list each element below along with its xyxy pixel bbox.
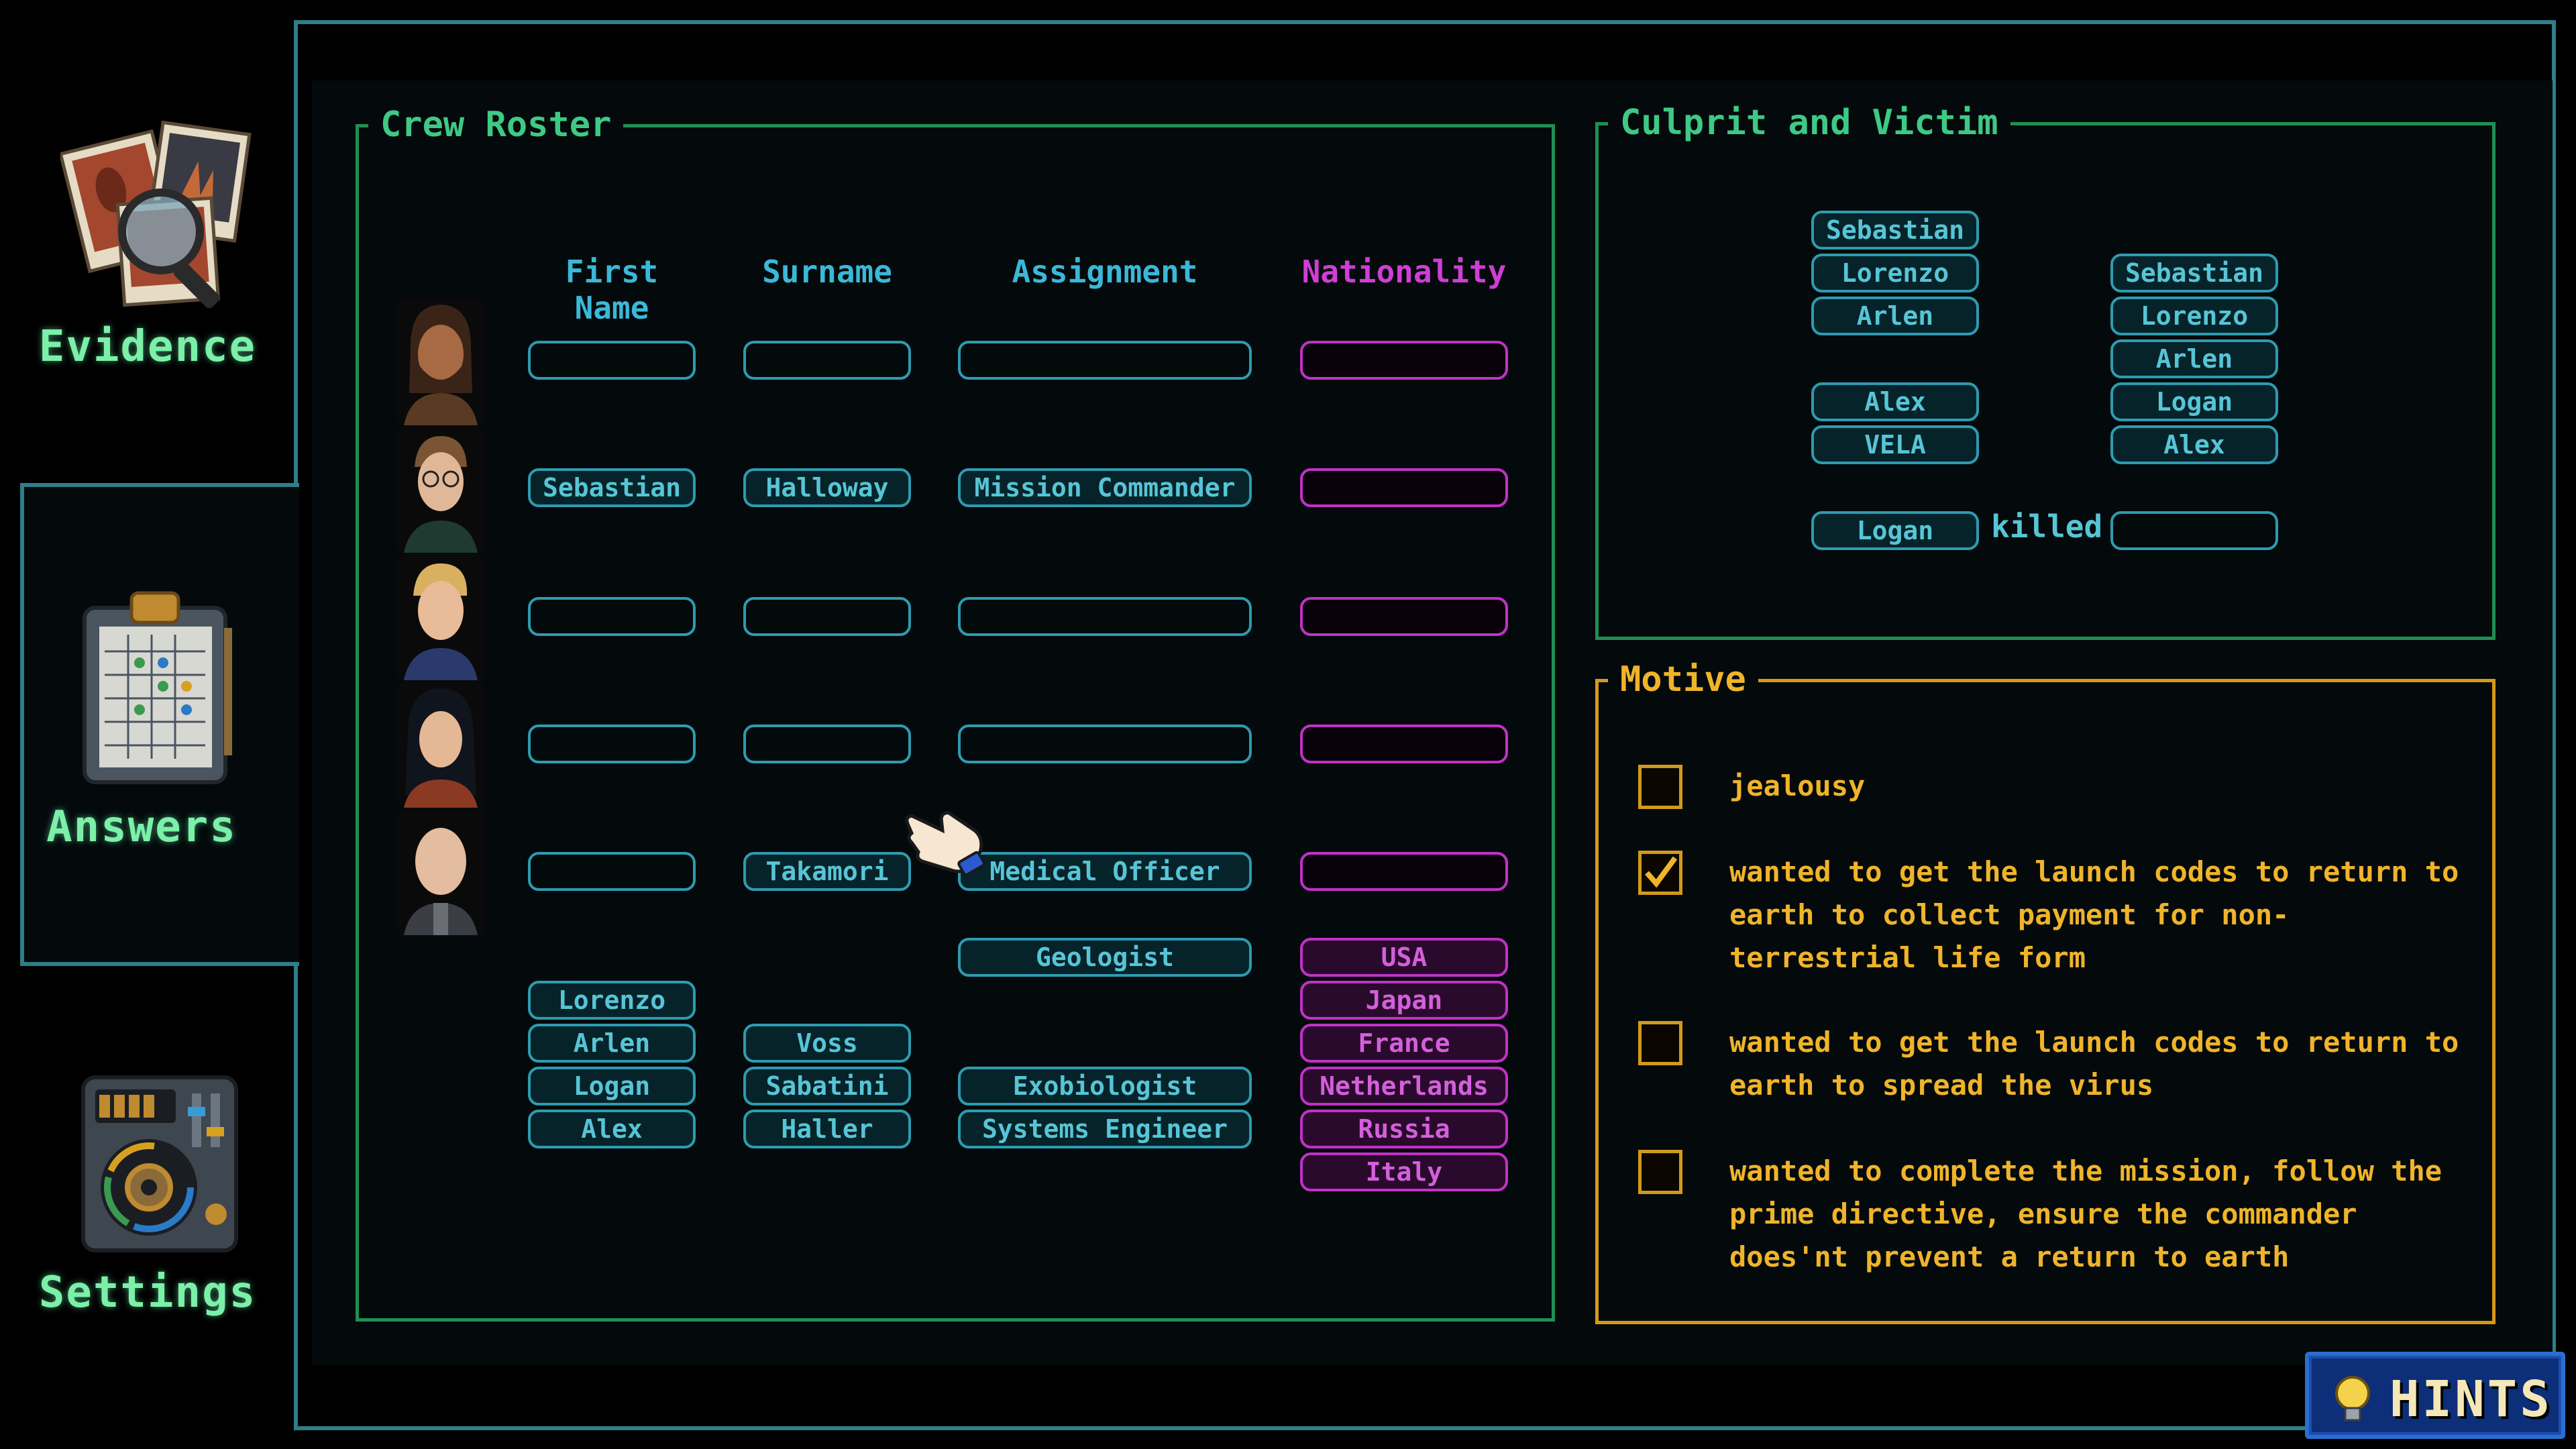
surname-slot[interactable] — [743, 724, 911, 763]
first-name-slot[interactable] — [528, 852, 696, 891]
lightbulb-icon — [2335, 1376, 2370, 1421]
crew-portrait — [397, 299, 484, 425]
assignment-slot[interactable] — [958, 597, 1252, 636]
assignment-slot[interactable] — [958, 341, 1252, 380]
first-name-token[interactable]: Alex — [528, 1110, 696, 1148]
culprit-victim-title: Culprit and Victim — [1608, 99, 2010, 147]
culprit-token[interactable]: Lorenzo — [1811, 254, 1979, 292]
motive-checkbox[interactable] — [1638, 765, 1682, 809]
crew-roster-title: Crew Roster — [368, 101, 624, 149]
settings-label: Settings — [38, 1268, 257, 1318]
nationality-slot[interactable] — [1300, 468, 1508, 507]
assignment-slot[interactable]: Medical Officer — [958, 852, 1252, 891]
assignment-token[interactable]: Geologist — [958, 938, 1252, 977]
clipboard-checklist-icon — [83, 591, 232, 784]
nationality-slot[interactable] — [1300, 341, 1508, 380]
surname-token[interactable]: Sabatini — [743, 1067, 911, 1106]
first-name-token[interactable]: Arlen — [528, 1024, 696, 1063]
first-name-slot[interactable] — [528, 341, 696, 380]
motive-option-text: jealousy — [1729, 769, 1866, 802]
culprit-slot[interactable]: Logan — [1811, 511, 1979, 550]
answers-label: Answers — [46, 802, 237, 852]
evidence-photos-icon — [60, 120, 252, 309]
tab-settings[interactable]: Settings — [0, 1046, 295, 1355]
nationality-slot[interactable] — [1300, 724, 1508, 763]
surname-slot[interactable] — [743, 597, 911, 636]
checkmark-icon — [1644, 856, 1678, 888]
surname-slot[interactable]: Takamori — [743, 852, 911, 891]
nationality-token[interactable]: Russia — [1300, 1110, 1508, 1148]
header-nationality: Nationality — [1301, 254, 1507, 290]
victim-token[interactable]: Logan — [2110, 382, 2278, 421]
settings-panel-icon — [81, 1075, 238, 1252]
nationality-slot[interactable] — [1300, 852, 1508, 891]
assignment-slot[interactable]: Mission Commander — [958, 468, 1252, 507]
surname-token[interactable]: Voss — [743, 1024, 911, 1063]
culprit-token[interactable]: VELA — [1811, 425, 1979, 464]
hints-label: HINTS — [2390, 1371, 2553, 1428]
crew-portrait — [397, 427, 484, 553]
culprit-victim-panel: Culprit and Victim — [1595, 99, 2496, 640]
victim-token[interactable]: Sebastian — [2110, 254, 2278, 292]
header-assignment: Assignment — [1012, 254, 1198, 290]
header-surname: Surname — [762, 254, 892, 290]
first-name-slot[interactable] — [528, 597, 696, 636]
hand-cursor-icon — [905, 811, 985, 876]
crew-portrait — [397, 809, 484, 935]
motive-title: Motive — [1608, 655, 1758, 704]
victim-slot[interactable] — [2110, 511, 2278, 550]
tab-evidence[interactable]: Evidence — [0, 94, 295, 483]
first-name-token[interactable]: Logan — [528, 1067, 696, 1106]
culprit-token[interactable]: Sebastian — [1811, 211, 1979, 250]
nationality-token[interactable]: Italy — [1300, 1152, 1508, 1191]
victim-token[interactable]: Lorenzo — [2110, 297, 2278, 335]
first-name-token[interactable]: Lorenzo — [528, 981, 696, 1020]
motive-checkbox-checked[interactable] — [1638, 851, 1682, 895]
motive-option-text: wanted to get the launch codes to return… — [1729, 1026, 2459, 1102]
surname-slot[interactable] — [743, 341, 911, 380]
evidence-label: Evidence — [38, 322, 257, 372]
nationality-token[interactable]: Japan — [1300, 981, 1508, 1020]
motive-checkbox[interactable] — [1638, 1021, 1682, 1065]
crew-portrait — [397, 682, 484, 808]
victim-token[interactable]: Alex — [2110, 425, 2278, 464]
nationality-token[interactable]: France — [1300, 1024, 1508, 1063]
tab-answers[interactable]: Answers — [20, 483, 299, 966]
surname-token[interactable]: Haller — [743, 1110, 911, 1148]
assignment-token[interactable]: Systems Engineer — [958, 1110, 1252, 1148]
first-name-slot[interactable]: Sebastian — [528, 468, 696, 507]
culprit-token[interactable]: Arlen — [1811, 297, 1979, 335]
motive-option-text: wanted to get the launch codes to return… — [1729, 855, 2459, 974]
culprit-token[interactable]: Alex — [1811, 382, 1979, 421]
crew-portrait — [397, 554, 484, 680]
hints-button[interactable]: HINTS — [2305, 1352, 2565, 1439]
nationality-token[interactable]: USA — [1300, 938, 1508, 977]
motive-option-text: wanted to complete the mission, follow t… — [1729, 1155, 2443, 1273]
header-first-name: First Name — [565, 254, 659, 326]
first-name-slot[interactable] — [528, 724, 696, 763]
killed-label: killed — [1991, 508, 2103, 545]
nationality-token[interactable]: Netherlands — [1300, 1067, 1508, 1106]
assignment-slot[interactable] — [958, 724, 1252, 763]
surname-slot[interactable]: Halloway — [743, 468, 911, 507]
nationality-slot[interactable] — [1300, 597, 1508, 636]
motive-checkbox[interactable] — [1638, 1150, 1682, 1194]
assignment-token[interactable]: Exobiologist — [958, 1067, 1252, 1106]
victim-token[interactable]: Arlen — [2110, 339, 2278, 378]
